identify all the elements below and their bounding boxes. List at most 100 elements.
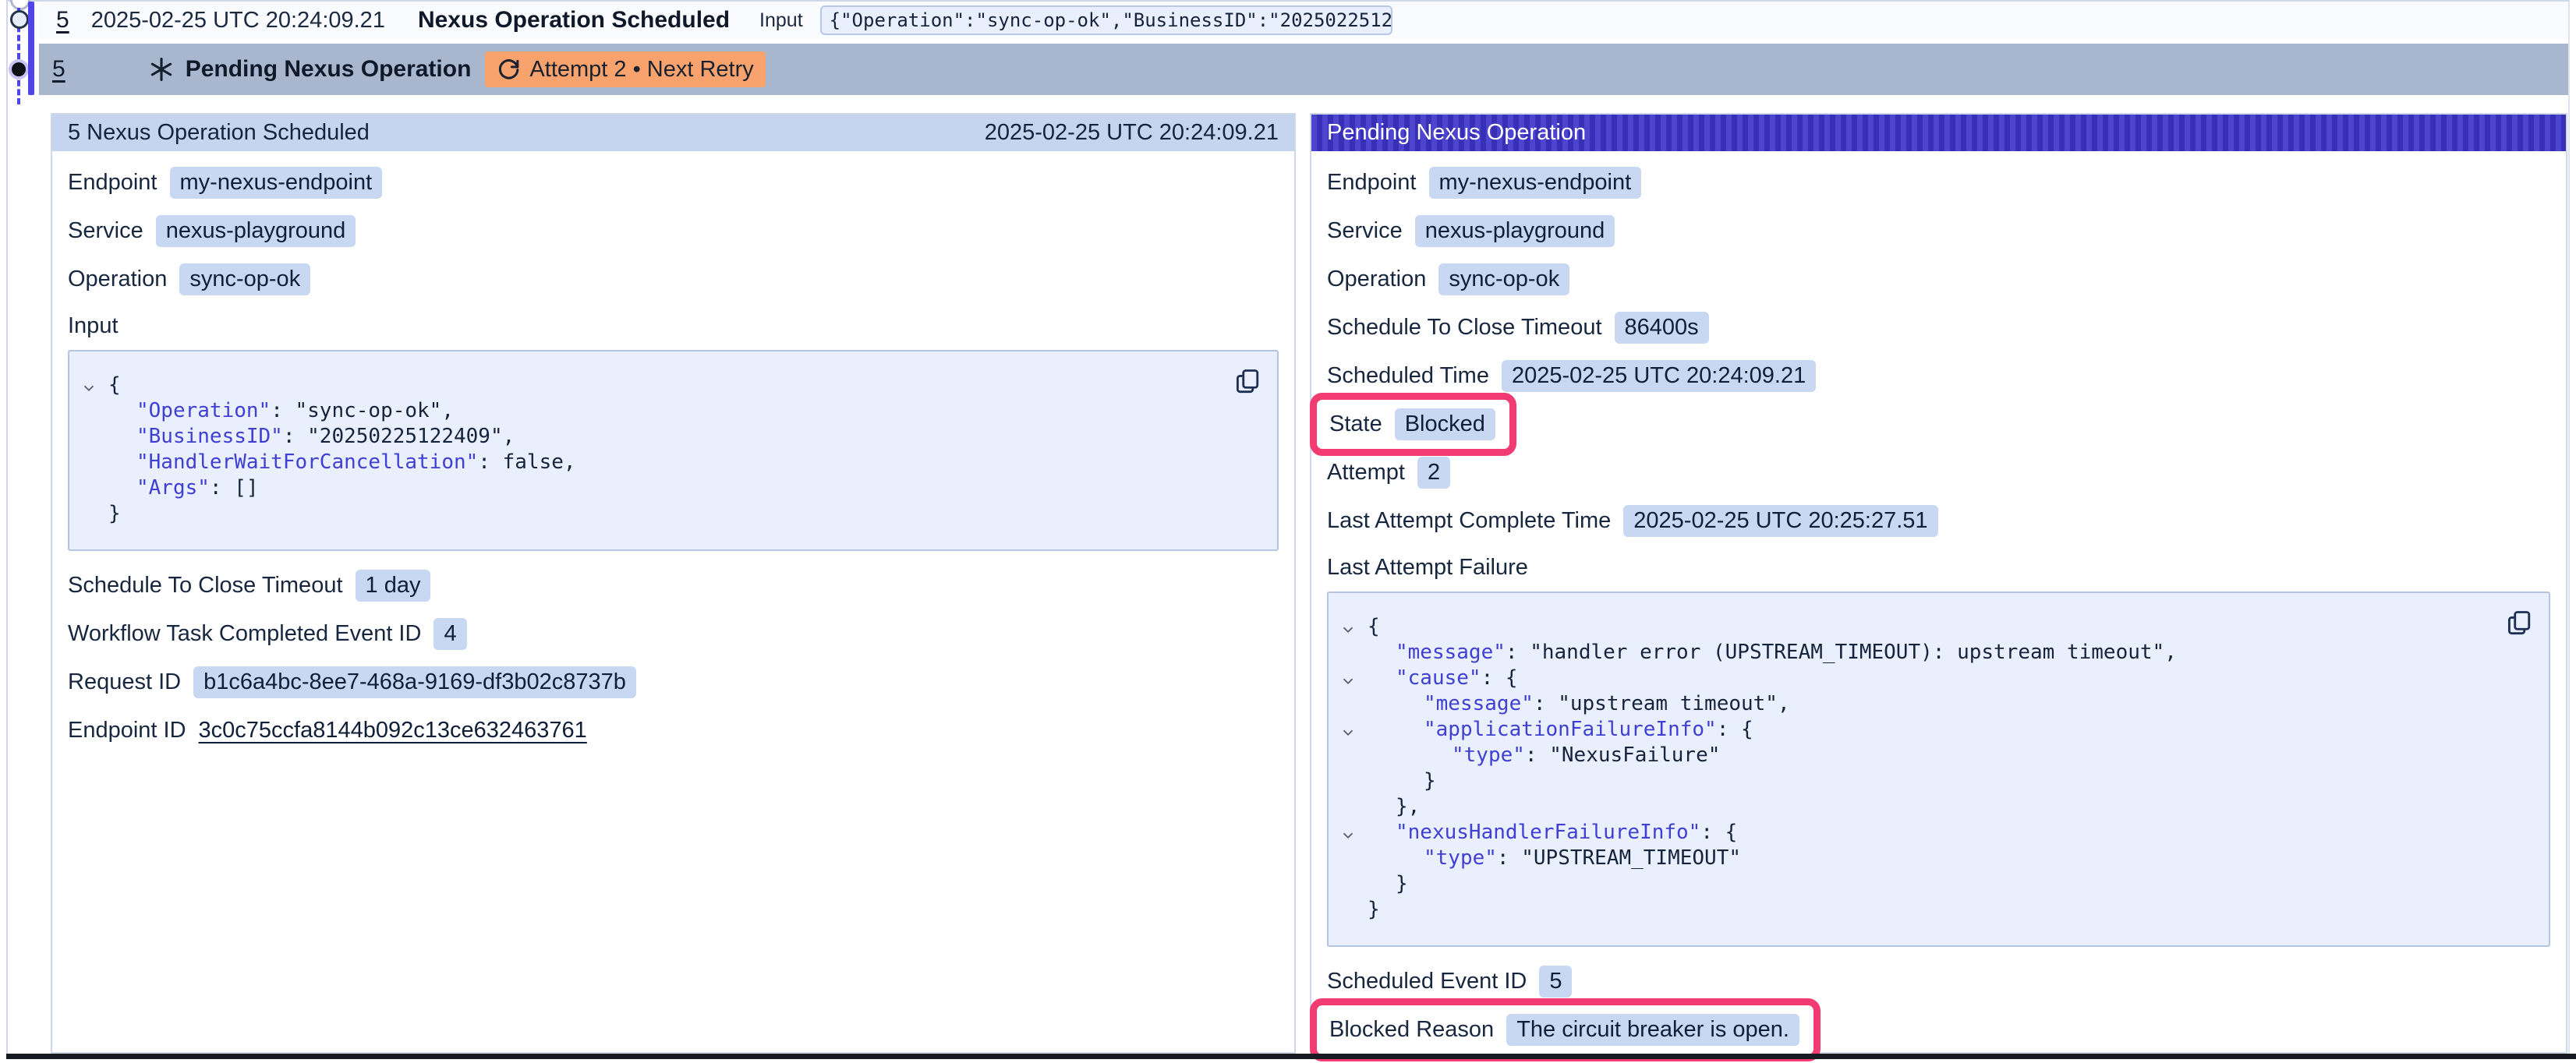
field-value-link[interactable]: 3c0c75ccfa8144b092c13ce632463761 xyxy=(199,718,587,743)
code-line: "type": "NexusFailure" xyxy=(1339,743,2494,768)
collapse-chevron-icon[interactable] xyxy=(80,378,97,395)
field-value-badge: The circuit breaker is open. xyxy=(1506,1014,1799,1046)
retry-badge-label: Attempt 2 • Next Retry xyxy=(529,57,753,83)
code-line: } xyxy=(1339,768,2494,794)
field-value-badge: sync-op-ok xyxy=(179,263,310,295)
field-operation: Operation sync-op-ok xyxy=(68,263,1279,295)
code-line: "message": "handler error (UPSTREAM_TIME… xyxy=(1339,640,2494,666)
collapse-chevron-icon[interactable] xyxy=(1339,825,1357,842)
event-history-row-scheduled[interactable]: 5 2025-02-25 UTC 20:24:09.21 Nexus Opera… xyxy=(39,2,2568,39)
field-label: Blocked Reason xyxy=(1329,1017,1494,1043)
field-blocked-reason: Blocked Reason The circuit breaker is ope… xyxy=(1327,1014,2550,1045)
field-endpoint: Endpoint my-nexus-endpoint xyxy=(1327,167,2550,198)
field-value-badge: sync-op-ok xyxy=(1438,263,1569,295)
code-line: { xyxy=(1339,614,2494,640)
input-section-label: Input xyxy=(68,313,1279,339)
field-last-attempt-complete-time: Last Attempt Complete Time 2025-02-25 UTC… xyxy=(1327,505,2550,536)
field-workflow-task-completed-event-id: Workflow Task Completed Event ID 4 xyxy=(68,618,1279,649)
field-schedule-to-close-timeout: Schedule To Close Timeout 86400s xyxy=(1327,312,2550,343)
field-label: Operation xyxy=(1327,267,1426,292)
field-label: Last Attempt Complete Time xyxy=(1327,508,1611,534)
code-line: "type": "UPSTREAM_TIMEOUT" xyxy=(1339,846,2494,871)
event-detail-fields-bottom: Schedule To Close Timeout 1 day Workflow T… xyxy=(68,570,1279,746)
field-scheduled-time: Scheduled Time 2025-02-25 UTC 20:24:09.21 xyxy=(1327,360,2550,391)
field-label: Scheduled Time xyxy=(1327,363,1489,389)
field-label: Endpoint xyxy=(68,170,157,196)
code-line: "BusinessID": "20250225122409", xyxy=(80,424,1223,450)
retry-icon xyxy=(497,58,520,81)
timeline-open-circle-icon xyxy=(10,10,29,29)
field-label: Endpoint xyxy=(1327,170,1417,196)
code-line: "Args": [] xyxy=(80,475,1223,501)
timeline-active-indicator xyxy=(28,2,34,95)
field-service: Service nexus-playground xyxy=(68,215,1279,246)
failure-json-viewer: {"message": "handler error (UPSTREAM_TIM… xyxy=(1327,592,2550,947)
field-request-id: Request ID b1c6a4bc-8ee7-468a-9169-df3b02… xyxy=(68,666,1279,697)
code-line: "nexusHandlerFailureInfo": { xyxy=(1339,820,2494,846)
field-scheduled-event-id: Scheduled Event ID5 xyxy=(1327,966,2550,997)
retry-badge: Attempt 2 • Next Retry xyxy=(485,51,765,87)
pending-operation-fields-bottom: Scheduled Event ID5 Blocked Reason The cir… xyxy=(1327,966,2550,1045)
field-attempt: Attempt 2 xyxy=(1327,457,2550,488)
field-value-badge: nexus-playground xyxy=(1415,215,1615,247)
event-detail-header-title: 5 Nexus Operation Scheduled xyxy=(68,120,370,146)
field-label: State xyxy=(1329,411,1382,437)
field-label: Attempt xyxy=(1327,460,1405,486)
field-label: Operation xyxy=(68,267,167,292)
field-value-badge: Blocked xyxy=(1395,408,1495,440)
nexus-asterisk-icon xyxy=(148,56,175,83)
field-value-badge: 86400s xyxy=(1615,312,1709,344)
code-line: }, xyxy=(1339,794,2494,820)
field-label: Service xyxy=(1327,218,1403,244)
code-line: } xyxy=(80,501,1223,527)
collapse-chevron-icon[interactable] xyxy=(1339,671,1357,688)
field-endpoint: Endpoint my-nexus-endpoint xyxy=(68,167,1279,198)
copy-icon[interactable] xyxy=(1233,367,1261,395)
event-id-link[interactable]: 5 xyxy=(56,7,69,34)
field-value-badge: my-nexus-endpoint xyxy=(170,167,383,199)
event-input-label: Input xyxy=(759,9,803,32)
highlight-annotation: State Blocked xyxy=(1310,393,1516,456)
code-line: "Operation": "sync-op-ok", xyxy=(80,398,1223,424)
code-line: } xyxy=(1339,897,2494,923)
code-line: "cause": { xyxy=(1339,666,2494,691)
field-value-badge: nexus-playground xyxy=(156,215,356,247)
code-line: "message": "upstream timeout", xyxy=(1339,691,2494,717)
collapse-chevron-icon[interactable] xyxy=(1339,722,1357,740)
field-label: Request ID xyxy=(68,669,181,695)
field-state: State Blocked xyxy=(1327,408,2550,440)
field-value-badge: 4 xyxy=(433,618,466,650)
pending-operation-title: Pending Nexus Operation xyxy=(186,56,472,83)
code-line: { xyxy=(80,373,1223,398)
highlight-annotation: Blocked Reason The circuit breaker is ope… xyxy=(1310,998,1821,1061)
field-label: Schedule To Close Timeout xyxy=(68,573,343,599)
field-endpoint-id: Endpoint ID3c0c75ccfa8144b092c13ce632463… xyxy=(68,715,1279,746)
field-operation: Operation sync-op-ok xyxy=(1327,263,2550,295)
event-detail-panel: 5 Nexus Operation Scheduled 2025-02-25 U… xyxy=(51,113,1296,1054)
field-value-badge: 2025-02-25 UTC 20:24:09.21 xyxy=(1502,360,1816,392)
field-label: Schedule To Close Timeout xyxy=(1327,315,1602,341)
pending-operation-header-title: Pending Nexus Operation xyxy=(1327,120,1586,146)
copy-icon[interactable] xyxy=(2505,609,2533,637)
timeline-filled-circle-icon xyxy=(12,62,26,76)
event-detail-header: 5 Nexus Operation Scheduled 2025-02-25 U… xyxy=(52,115,1294,151)
event-timestamp: 2025-02-25 UTC 20:24:09.21 xyxy=(91,8,385,34)
field-label: Workflow Task Completed Event ID xyxy=(68,621,421,647)
field-label: Service xyxy=(68,218,143,244)
event-detail-header-timestamp: 2025-02-25 UTC 20:24:09.21 xyxy=(985,120,1279,146)
field-value-badge: 2 xyxy=(1417,457,1450,489)
pending-operation-row[interactable]: 5 Pending Nexus Operation Attempt 2 • Ne… xyxy=(39,44,2568,95)
input-json-viewer: {"Operation": "sync-op-ok","BusinessID":… xyxy=(68,350,1279,551)
collapse-chevron-icon[interactable] xyxy=(1339,620,1357,637)
code-line: } xyxy=(1339,871,2494,897)
last-attempt-failure-label: Last Attempt Failure xyxy=(1327,555,2550,581)
pending-operation-panel: Pending Nexus Operation Endpoint my-nexus… xyxy=(1310,113,2567,1054)
field-value-badge: 1 day xyxy=(356,570,431,602)
field-schedule-to-close-timeout: Schedule To Close Timeout 1 day xyxy=(68,570,1279,601)
field-value-badge: my-nexus-endpoint xyxy=(1429,167,1642,199)
field-value-badge: 2025-02-25 UTC 20:25:27.51 xyxy=(1623,505,1937,537)
code-line: "HandlerWaitForCancellation": false, xyxy=(80,450,1223,475)
pending-event-id-link[interactable]: 5 xyxy=(52,56,65,83)
code-line: "applicationFailureInfo": { xyxy=(1339,717,2494,743)
field-value-badge: b1c6a4bc-8ee7-468a-9169-df3b02c8737b xyxy=(193,666,636,698)
